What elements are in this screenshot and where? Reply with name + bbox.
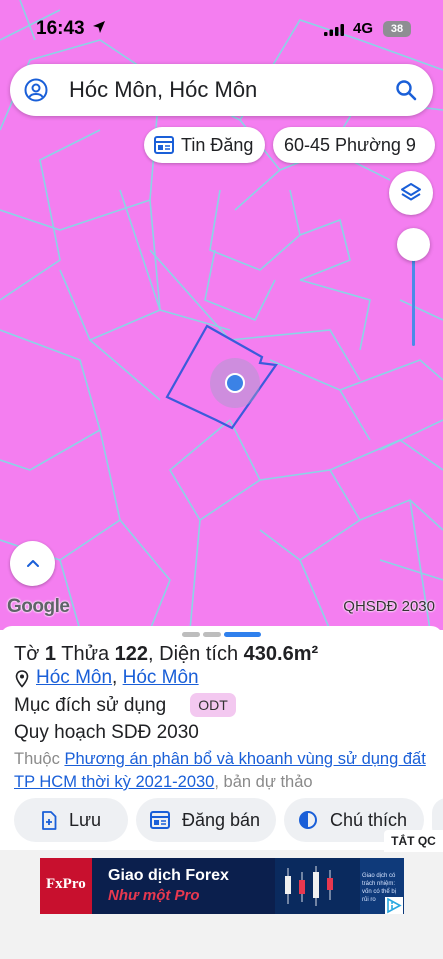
sheet-label: Tờ bbox=[14, 643, 40, 665]
land-use-purpose-label: Mục đích sử dụng bbox=[14, 695, 167, 716]
province-link[interactable]: Hóc Môn bbox=[123, 667, 199, 688]
battery-indicator: 38 bbox=[383, 21, 411, 37]
ward-chip-label: 60-45 Phường 9 bbox=[284, 134, 416, 155]
land-plan-label: Quy hoạch SDĐ 2030 bbox=[14, 722, 199, 743]
ad-choices-icon[interactable] bbox=[385, 897, 403, 914]
listing-icon bbox=[150, 811, 170, 829]
parcel-title: Tờ 1 Thửa 122, Diện tích 430.6m² bbox=[14, 643, 318, 666]
expand-up-button[interactable] bbox=[10, 541, 55, 586]
opacity-slider-thumb[interactable] bbox=[397, 228, 430, 261]
map-layer-label: QHSDĐ 2030 bbox=[343, 598, 435, 615]
layers-icon bbox=[401, 183, 421, 201]
opacity-slider-track[interactable] bbox=[412, 250, 415, 346]
parcel-address: Hóc Môn, Hóc Môn bbox=[36, 667, 199, 689]
search-query[interactable]: Hóc Môn, Hóc Môn bbox=[69, 77, 257, 103]
address-separator: , bbox=[112, 667, 118, 688]
ward-chip[interactable]: 60-45 Phường 9 bbox=[273, 127, 435, 163]
bookmark-add-icon bbox=[41, 810, 57, 830]
status-bar: 16:43 4G 38 bbox=[0, 0, 443, 60]
ad-title: Giao dịch Forex bbox=[108, 867, 229, 884]
location-arrow-icon bbox=[93, 21, 105, 33]
post-button-label: Đăng bán bbox=[182, 809, 261, 830]
plot-label: Thửa bbox=[61, 643, 110, 665]
search-bar[interactable]: Hóc Môn, Hóc Môn bbox=[10, 64, 433, 116]
ad-banner[interactable]: FxPro Giao dịch Forex Như một Pro Giao d… bbox=[40, 858, 404, 914]
chevron-up-icon bbox=[26, 559, 39, 567]
land-use-code-badge[interactable]: ODT bbox=[190, 693, 236, 717]
google-attribution: Google bbox=[7, 596, 70, 617]
candlestick-graphic bbox=[285, 866, 333, 906]
save-button-label: Lưu bbox=[69, 809, 102, 830]
close-ad-button[interactable]: TẮT QC bbox=[384, 830, 443, 852]
map-pin-icon bbox=[15, 670, 29, 688]
current-location-marker bbox=[225, 373, 245, 393]
news-chip[interactable]: Tin Đăng bbox=[144, 127, 265, 163]
news-icon bbox=[154, 136, 174, 154]
page-indicator[interactable] bbox=[203, 632, 221, 637]
sheet-number: 1 bbox=[44, 643, 57, 665]
page-indicator[interactable] bbox=[182, 632, 200, 637]
signal-icon bbox=[324, 24, 344, 36]
layers-button[interactable] bbox=[389, 171, 433, 215]
area-label: , Diện tích bbox=[148, 643, 239, 665]
district-link[interactable]: Hóc Môn bbox=[36, 667, 112, 688]
news-chip-label: Tin Đăng bbox=[181, 134, 254, 155]
search-icon[interactable] bbox=[394, 78, 418, 102]
legend-button-label: Chú thích bbox=[330, 809, 408, 830]
post-for-sale-button[interactable]: Đăng bán bbox=[136, 798, 276, 842]
status-time: 16:43 bbox=[36, 18, 85, 39]
plan-description: Thuộc Phương án phân bổ và khoanh vùng s… bbox=[14, 748, 434, 794]
contrast-icon bbox=[298, 810, 318, 830]
ad-subtitle: Như một Pro bbox=[108, 887, 200, 904]
user-account-icon[interactable] bbox=[24, 78, 48, 102]
page-indicator-active[interactable] bbox=[224, 632, 261, 637]
plot-number: 122 bbox=[114, 643, 149, 665]
network-type: 4G bbox=[353, 20, 374, 37]
desc-suffix: , bản dự thảo bbox=[214, 773, 313, 791]
area-value: 430.6m² bbox=[243, 643, 319, 665]
save-button[interactable]: Lưu bbox=[14, 798, 128, 842]
desc-prefix: Thuộc bbox=[14, 750, 60, 768]
ad-brand: FxPro bbox=[46, 876, 86, 892]
